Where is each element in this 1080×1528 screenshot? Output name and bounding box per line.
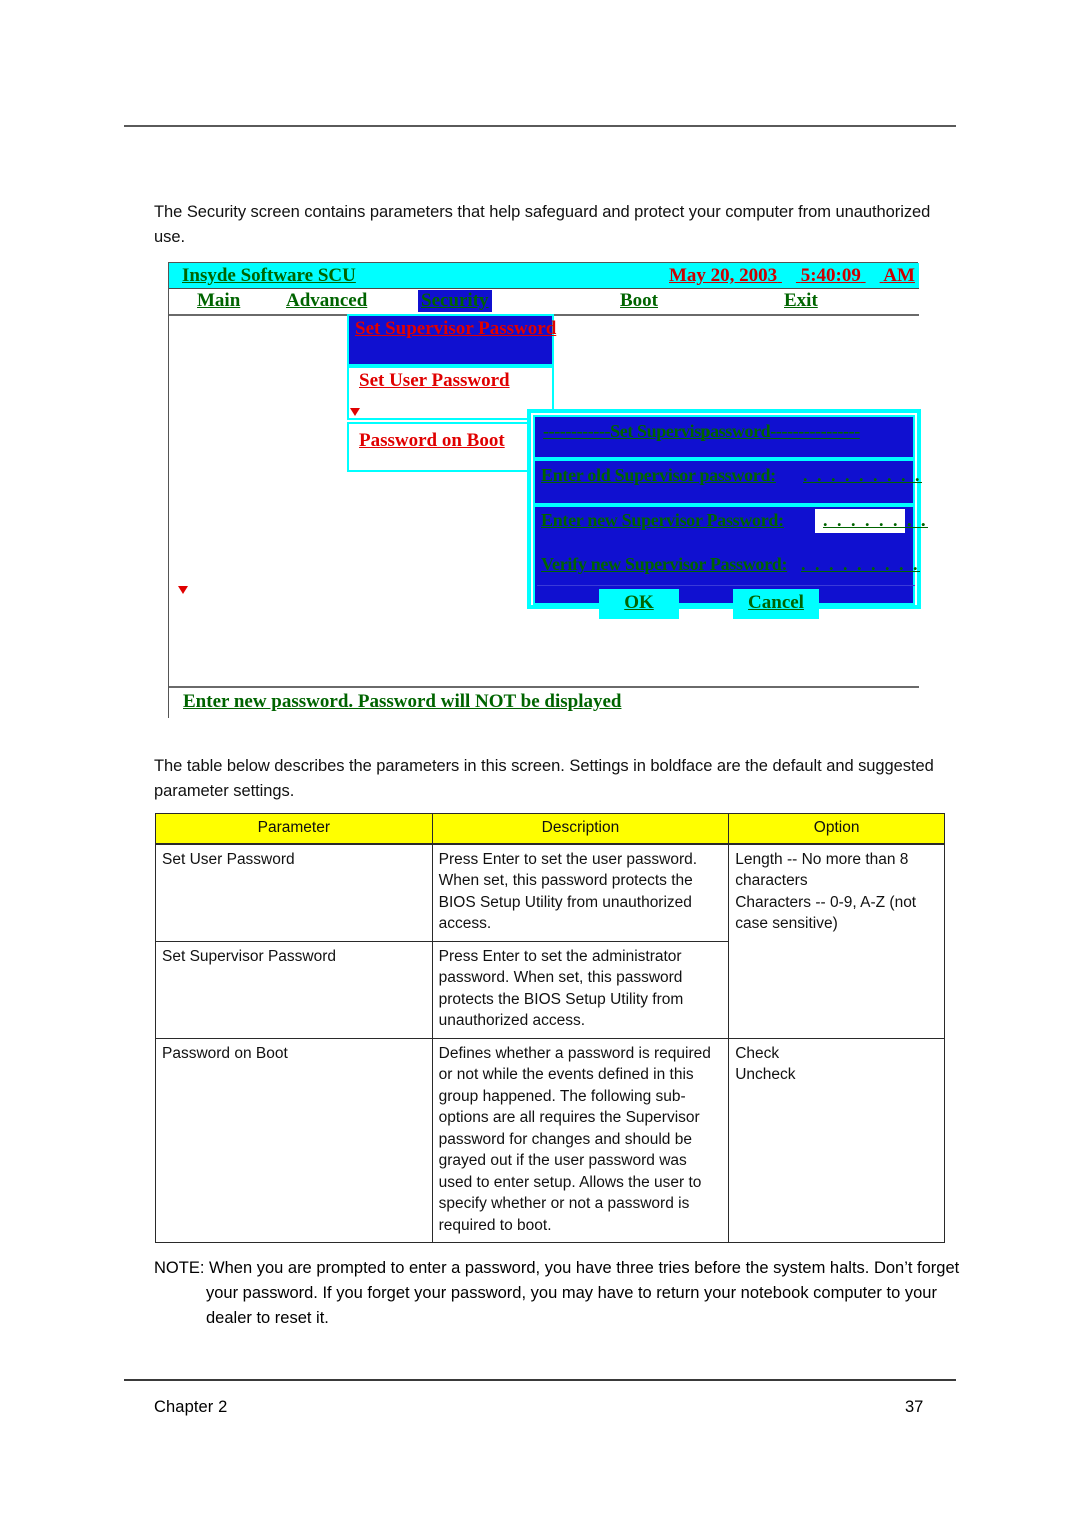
bios-status-message: Enter new password. Password will NOT be…	[183, 691, 622, 712]
cell-option: Check Uncheck	[728, 1037, 945, 1243]
bios-content-area: Set Supervisor Password Set User Passwor…	[169, 314, 926, 686]
dialog-title-main: Set Superviso	[610, 421, 710, 441]
table-intro-paragraph: The table below describes the parameters…	[154, 756, 934, 800]
bios-titlebar: Insyde Software SCU May 20, 2003 5:40:09…	[169, 263, 919, 289]
column-header-description: Description	[431, 813, 730, 845]
cell-parameter: Password on Boot	[155, 1037, 433, 1243]
old-password-label: Enter old Supervisor password:	[541, 465, 776, 485]
cell-option: Length -- No more than 8 characters Char…	[728, 843, 945, 1039]
ok-button[interactable]: OK	[599, 589, 679, 619]
header-rule	[124, 125, 956, 127]
menu-tab-boot[interactable]: Boot	[617, 290, 661, 312]
bios-menubar: Main Advanced Security Boot Exit	[169, 289, 919, 316]
old-password-input[interactable]: . . . . . . . . .	[803, 465, 922, 486]
option-set-user-password-label: Set User Password	[359, 370, 510, 391]
menu-tab-exit[interactable]: Exit	[781, 290, 821, 312]
note-body-text: When you are prompted to enter a passwor…	[206, 1259, 960, 1327]
scroll-down-arrow-icon	[350, 408, 360, 416]
bios-app-title: Insyde Software SCU	[182, 265, 356, 286]
footer-chapter-label: Chapter 2	[154, 1398, 228, 1416]
note-block: NOTE: When you are prompted to enter a p…	[154, 1256, 964, 1331]
dialog-title: ------------Set Supervisopassword-------…	[543, 421, 860, 442]
menu-tab-advanced[interactable]: Advanced	[283, 290, 370, 312]
menu-tab-security[interactable]: Security	[418, 290, 492, 312]
option-set-supervisor-password-label: Set Supervisor Password	[355, 318, 557, 339]
bios-meridiem: AM	[883, 265, 915, 286]
menu-tab-main[interactable]: Main	[194, 290, 243, 312]
option-password-on-boot-label: Password on Boot	[359, 430, 505, 451]
scroll-indicator-arrow-icon	[178, 586, 188, 594]
bios-date: May 20, 2003	[669, 265, 778, 286]
dialog-title-lead: ------------	[543, 421, 611, 441]
dialog-title-overlap: password	[700, 421, 771, 441]
dialog-new-password-row: Enter new Supervisor Password: . . . . .…	[533, 505, 926, 619]
dialog-old-password-row: Enter old Supervisor password: . . . . .…	[533, 459, 920, 505]
bios-time: 5:40:09	[800, 265, 861, 286]
table-row: Set User Password Press Enter to set the…	[155, 843, 945, 1039]
bios-datetime: May 20, 2003 5:40:09 AM	[669, 265, 915, 287]
dialog-title-row: ------------Set Supervisopassword-------…	[533, 415, 915, 459]
cancel-button[interactable]: Cancel	[733, 589, 819, 619]
verify-password-input[interactable]: . . . . . . . . .	[801, 554, 920, 575]
footer-page-number: 37	[905, 1398, 924, 1416]
cell-parameter: Set User Password	[155, 843, 433, 942]
table-row: Password on Boot Defines whether a passw…	[155, 1037, 945, 1243]
set-supervisor-password-dialog: ------------Set Supervisopassword-------…	[527, 409, 926, 619]
intro-paragraph: The Security screen contains parameters …	[154, 202, 931, 246]
cell-description: Press Enter to set the administrator pas…	[431, 940, 730, 1039]
new-password-input-overflow: . .	[907, 510, 928, 530]
dialog-title-trail: ----------------	[770, 421, 860, 441]
dialog-separator	[537, 585, 915, 586]
column-header-option: Option	[728, 813, 945, 845]
bios-statusbar: Enter new password. Password will NOT be…	[169, 686, 919, 718]
cell-description: Defines whether a password is required o…	[431, 1037, 730, 1243]
new-password-label: Enter new Supervisor Password:	[541, 510, 784, 530]
footer-rule	[124, 1379, 956, 1381]
parameters-table: Parameter Description Option Set User Pa…	[155, 813, 945, 1243]
note-text: NOTE: When you are prompted to enter a p…	[154, 1256, 964, 1331]
verify-password-label: Verify new Supervisor Password:	[541, 554, 788, 574]
bios-setup-screenshot: Insyde Software SCU May 20, 2003 5:40:09…	[168, 262, 926, 718]
cell-parameter: Set Supervisor Password	[155, 940, 433, 1039]
column-header-parameter: Parameter	[155, 813, 433, 845]
table-header-row: Parameter Description Option	[155, 813, 945, 845]
note-label: NOTE:	[154, 1259, 205, 1277]
cell-description: Press Enter to set the user password. Wh…	[431, 843, 730, 942]
